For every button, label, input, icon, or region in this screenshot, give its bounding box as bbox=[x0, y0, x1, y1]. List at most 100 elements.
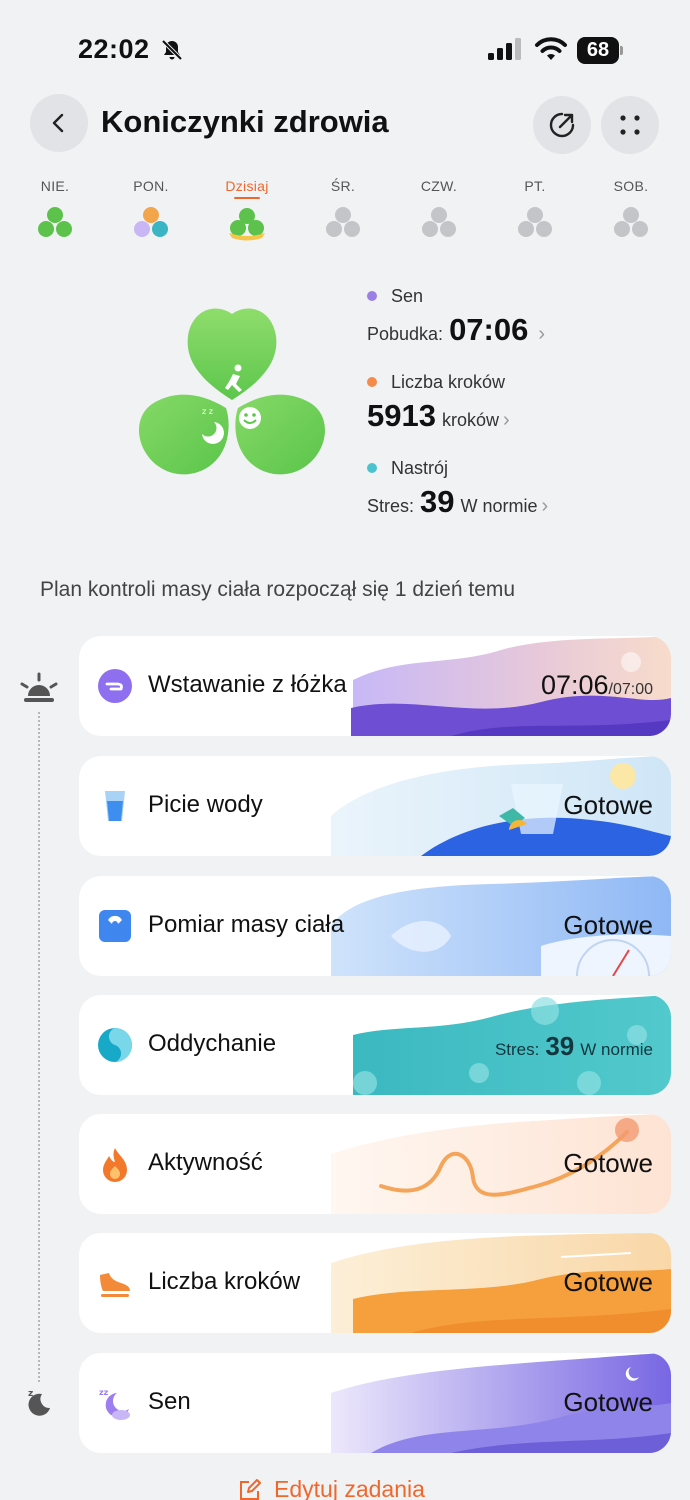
day-fri[interactable]: PT. bbox=[487, 178, 583, 240]
clover-today-icon bbox=[229, 208, 265, 241]
steps-dot bbox=[367, 377, 377, 387]
mood-dot bbox=[367, 463, 377, 473]
task-status: Gotowe bbox=[563, 790, 653, 820]
day-sun[interactable]: NIE. bbox=[7, 178, 103, 240]
bell-muted-icon bbox=[161, 39, 183, 61]
task-status: Gotowe bbox=[563, 910, 653, 940]
task-label: Pomiar masy ciała bbox=[148, 911, 345, 938]
day-label: CZW. bbox=[420, 178, 458, 194]
wake-up-icon bbox=[98, 669, 132, 703]
task-card-sleep[interactable]: zz Sen Gotowe bbox=[79, 1353, 671, 1453]
breathing-stress-status: Stres: 39 W normie bbox=[495, 1031, 653, 1062]
task-card-steps[interactable]: Liczba kroków Gotowe bbox=[79, 1233, 671, 1333]
edit-tasks-button[interactable]: Edytuj zadania bbox=[238, 1476, 425, 1500]
stress-value: 39 bbox=[420, 484, 455, 519]
plan-info-text: Plan kontroli masy ciała rozpoczął się 1… bbox=[40, 578, 516, 601]
clover-mixed-icon bbox=[134, 207, 168, 237]
task-status: Gotowe bbox=[563, 1387, 653, 1417]
steps-value: 5913 bbox=[367, 398, 436, 433]
task-label: Liczba kroków bbox=[148, 1268, 301, 1295]
day-today[interactable]: Dzisiaj bbox=[199, 178, 295, 241]
mood-metric-name: Nastrój bbox=[391, 457, 449, 478]
chevron-right-icon: › bbox=[541, 495, 549, 517]
task-label: Wstawanie z łóżka bbox=[148, 671, 347, 698]
stress-status: W normie bbox=[460, 496, 538, 516]
clover-gray-icon bbox=[422, 207, 456, 237]
signal-icon bbox=[488, 38, 521, 60]
day-wed[interactable]: ŚR. bbox=[295, 178, 391, 240]
battery-level: 68 bbox=[577, 37, 619, 64]
wake-time-value: 07:06 bbox=[449, 312, 529, 347]
wake-time-status: 07:06 /07:00 bbox=[541, 670, 653, 701]
sneaker-icon bbox=[100, 1273, 130, 1297]
share-icon bbox=[549, 112, 575, 138]
clover-green-icon bbox=[38, 207, 72, 237]
day-sat[interactable]: SOB. bbox=[583, 178, 679, 240]
chevron-left-icon bbox=[52, 113, 64, 133]
steps-unit: kroków bbox=[441, 410, 499, 430]
smile-icon bbox=[239, 407, 261, 429]
week-day-selector: NIE. PON. Dzisiaj ŚR. CZW. PT. SOB. bbox=[7, 178, 677, 258]
battery-indicator: 68 bbox=[577, 37, 623, 64]
day-label: Dzisiaj bbox=[225, 178, 269, 194]
task-status: Gotowe bbox=[563, 1148, 653, 1178]
wake-target-time: /07:00 bbox=[608, 681, 653, 698]
status-bar: 22:02 68 bbox=[0, 0, 690, 100]
steps-metric[interactable]: Liczba kroków 5913 kroków › bbox=[367, 368, 667, 442]
edit-tasks-label: Edytuj zadania bbox=[274, 1476, 425, 1500]
page-title: Koniczynki zdrowia bbox=[101, 104, 389, 139]
task-label: Oddychanie bbox=[148, 1030, 277, 1057]
day-mon[interactable]: PON. bbox=[103, 178, 199, 240]
water-glass-icon bbox=[105, 791, 125, 821]
wake-actual-time: 07:06 bbox=[540, 670, 609, 700]
task-status: Gotowe bbox=[563, 1267, 653, 1297]
task-card-water[interactable]: Picie wody Gotowe bbox=[79, 756, 671, 856]
clover-gray-icon bbox=[326, 207, 360, 237]
mood-metric[interactable]: Nastrój Stres: 39 W normie › bbox=[367, 454, 667, 528]
stress-value: 39 bbox=[545, 1031, 575, 1061]
more-options-button[interactable] bbox=[601, 96, 659, 154]
stress-status: W normie bbox=[580, 1040, 653, 1059]
sleep-metric[interactable]: Sen Pobudka: 07:06 › bbox=[367, 282, 667, 356]
chevron-right-icon: › bbox=[502, 409, 510, 431]
task-label: Picie wody bbox=[148, 791, 263, 818]
stress-prefix: Stres: bbox=[367, 496, 415, 516]
svg-text:zz: zz bbox=[99, 1388, 109, 1397]
clover-gray-icon bbox=[614, 207, 648, 237]
timeline-line bbox=[38, 712, 40, 1382]
day-label: PON. bbox=[133, 178, 169, 194]
chevron-right-icon: › bbox=[538, 323, 546, 345]
breathing-icon bbox=[98, 1028, 132, 1062]
share-button[interactable] bbox=[533, 96, 591, 154]
svg-text:z: z bbox=[28, 1389, 33, 1399]
task-card-activity[interactable]: Aktywność Gotowe bbox=[79, 1114, 671, 1214]
flame-icon bbox=[103, 1148, 127, 1182]
steps-metric-name: Liczba kroków bbox=[391, 371, 506, 392]
moon-icon: z bbox=[28, 1389, 50, 1416]
task-card-breathing[interactable]: Oddychanie Stres: 39 W normie bbox=[79, 995, 671, 1095]
task-card-wake[interactable]: Wstawanie z łóżka 07:06 /07:00 bbox=[79, 636, 671, 736]
sunrise-icon bbox=[20, 672, 58, 702]
day-thu[interactable]: CZW. bbox=[391, 178, 487, 240]
back-button[interactable] bbox=[30, 94, 88, 152]
wake-prefix: Pobudka: bbox=[367, 324, 444, 344]
wifi-icon bbox=[535, 37, 567, 60]
day-label: ŚR. bbox=[330, 178, 356, 194]
edit-icon bbox=[240, 1478, 261, 1500]
svg-text:z z: z z bbox=[202, 407, 213, 416]
day-label: NIE. bbox=[40, 178, 70, 194]
sleep-dot bbox=[367, 291, 377, 301]
task-label: Sen bbox=[148, 1388, 191, 1415]
sleep-metric-name: Sen bbox=[391, 285, 424, 306]
scale-icon bbox=[99, 910, 131, 942]
day-label: PT. bbox=[524, 178, 546, 194]
grid-dots-icon bbox=[620, 115, 640, 135]
status-time: 22:02 bbox=[78, 34, 150, 64]
task-card-weight[interactable]: Pomiar masy ciała Gotowe bbox=[79, 876, 671, 976]
health-clover-graphic: z z bbox=[139, 308, 325, 475]
sleep-moon-icon: zz bbox=[99, 1388, 130, 1420]
task-label: Aktywność bbox=[148, 1149, 263, 1176]
health-summary: Sen Pobudka: 07:06 › Liczba kroków 5913 kro… bbox=[367, 282, 667, 540]
day-label: SOB. bbox=[613, 178, 649, 194]
stress-prefix: Stres: bbox=[494, 1040, 540, 1059]
